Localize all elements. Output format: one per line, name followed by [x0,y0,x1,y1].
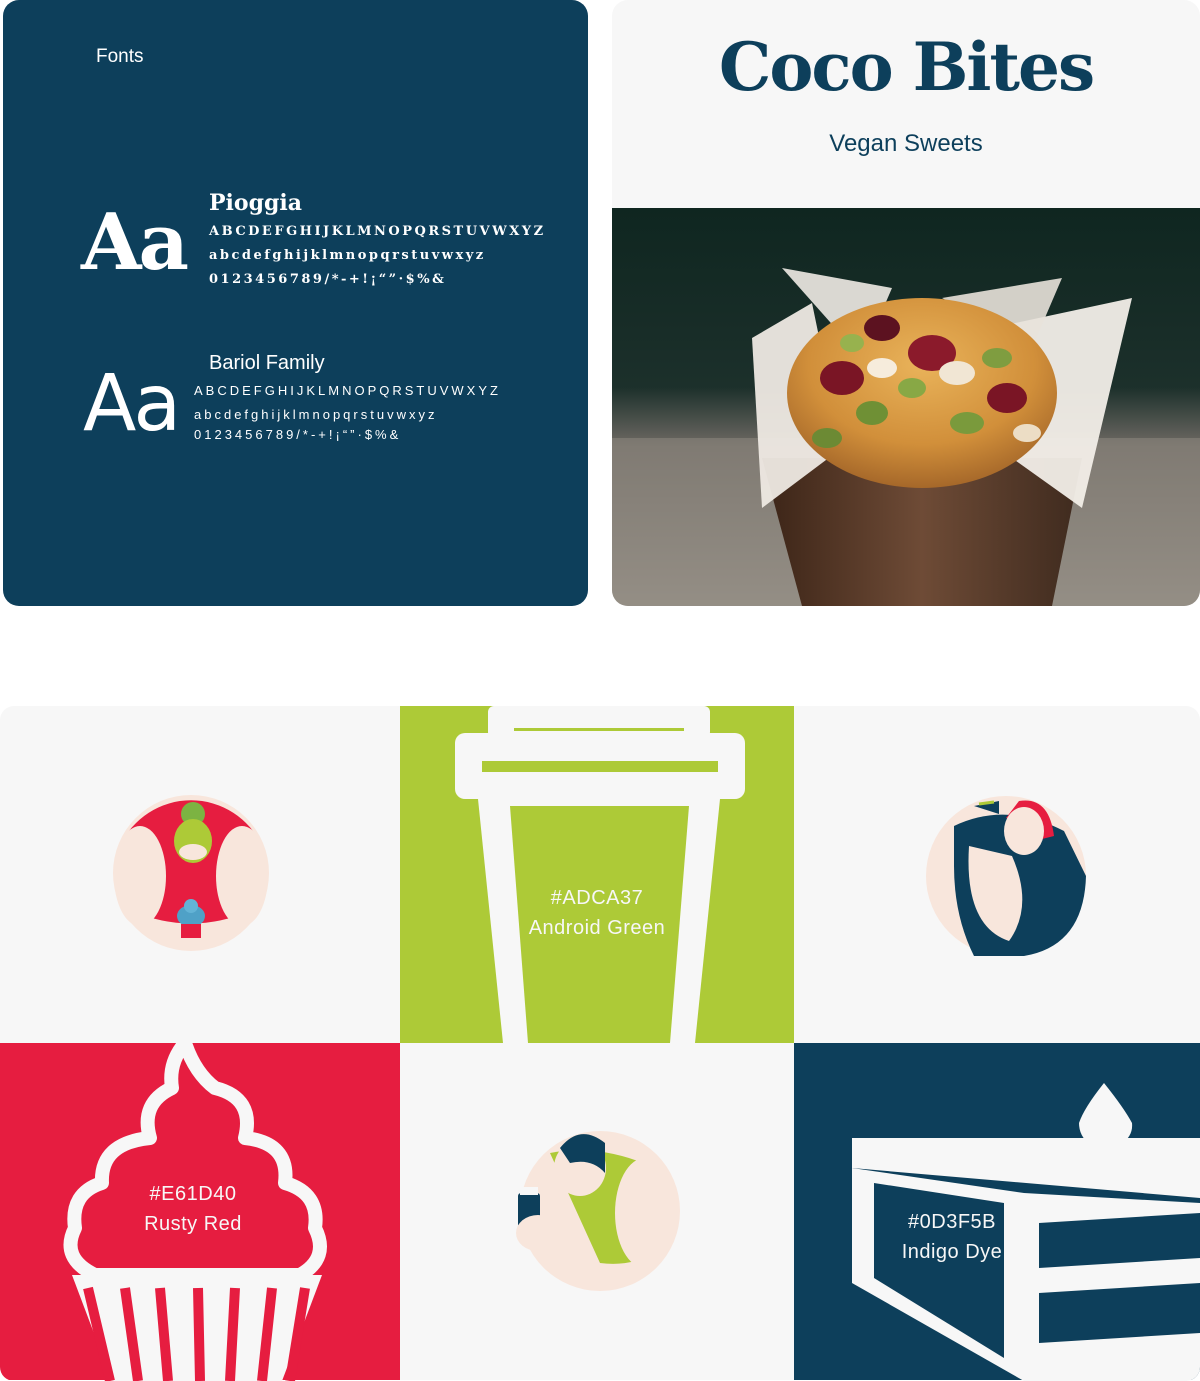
sans-lowercase-glyphs: abcdefghijklmnopqrstuvwxyz [194,407,438,422]
person-holding-cupcake-illustration [113,795,269,951]
serif-uppercase-glyphs: ABCDEFGHIJKLMNOPQRSTUVWXYZ [209,224,546,239]
person-eating-cake-illustration [926,796,1086,956]
muffin-photo [612,208,1200,606]
brand-logo: Coco Bites [718,28,1095,106]
sans-font-sample: Aa [83,359,181,449]
illustration-tile-cupcake-person [0,706,400,1043]
coffee-cup-icon [455,706,745,1043]
swatch-hex-red: #E61D40 [149,1183,237,1205]
illustration-tile-cake-person [794,706,1200,1043]
swatch-name-green: Android Green [528,917,666,939]
logo-card: Coco Bites Vegan Sweets [612,0,1200,606]
sans-font-name: Bariol Family [209,352,325,374]
swatch-hex-indigo: #0D3F5B [908,1211,996,1233]
swatch-tile-red: #E61D40 Rusty Red [0,1043,400,1381]
swatch-tile-indigo: #0D3F5B Indigo Dye [794,1043,1200,1381]
color-palette-grid: #ADCA37 Android Green #E61D40 Rusty Red [0,706,1200,1381]
person-holding-coffee-illustration [516,1131,680,1291]
serif-font-name: Pioggia [209,190,302,216]
serif-lowercase-glyphs: abcdefghijklmnopqrstuvwxyz [209,248,486,263]
swatch-name-red: Rusty Red [144,1213,242,1235]
serif-font-sample: Aa [81,197,189,288]
sans-uppercase-glyphs: ABCDEFGHIJKLMNOPQRSTUVWXYZ [194,383,501,398]
illustration-tile-coffee-person [400,1043,794,1380]
swatch-hex-green: #ADCA37 [550,887,644,909]
swatch-tile-green: #ADCA37 Android Green [400,706,794,1043]
swatch-name-indigo: Indigo Dye [901,1241,1003,1263]
brand-tagline: Vegan Sweets [829,130,983,157]
fonts-card: Fonts Aa Pioggia ABCDEFGHIJKLMNOPQRSTUVW… [3,0,588,606]
sans-digit-glyphs: 0123456789/*-+!¡“”·$%& [194,427,402,442]
serif-digit-glyphs: 0123456789/*-+!¡“”·$%& [209,272,447,287]
fonts-heading: Fonts [96,46,144,67]
